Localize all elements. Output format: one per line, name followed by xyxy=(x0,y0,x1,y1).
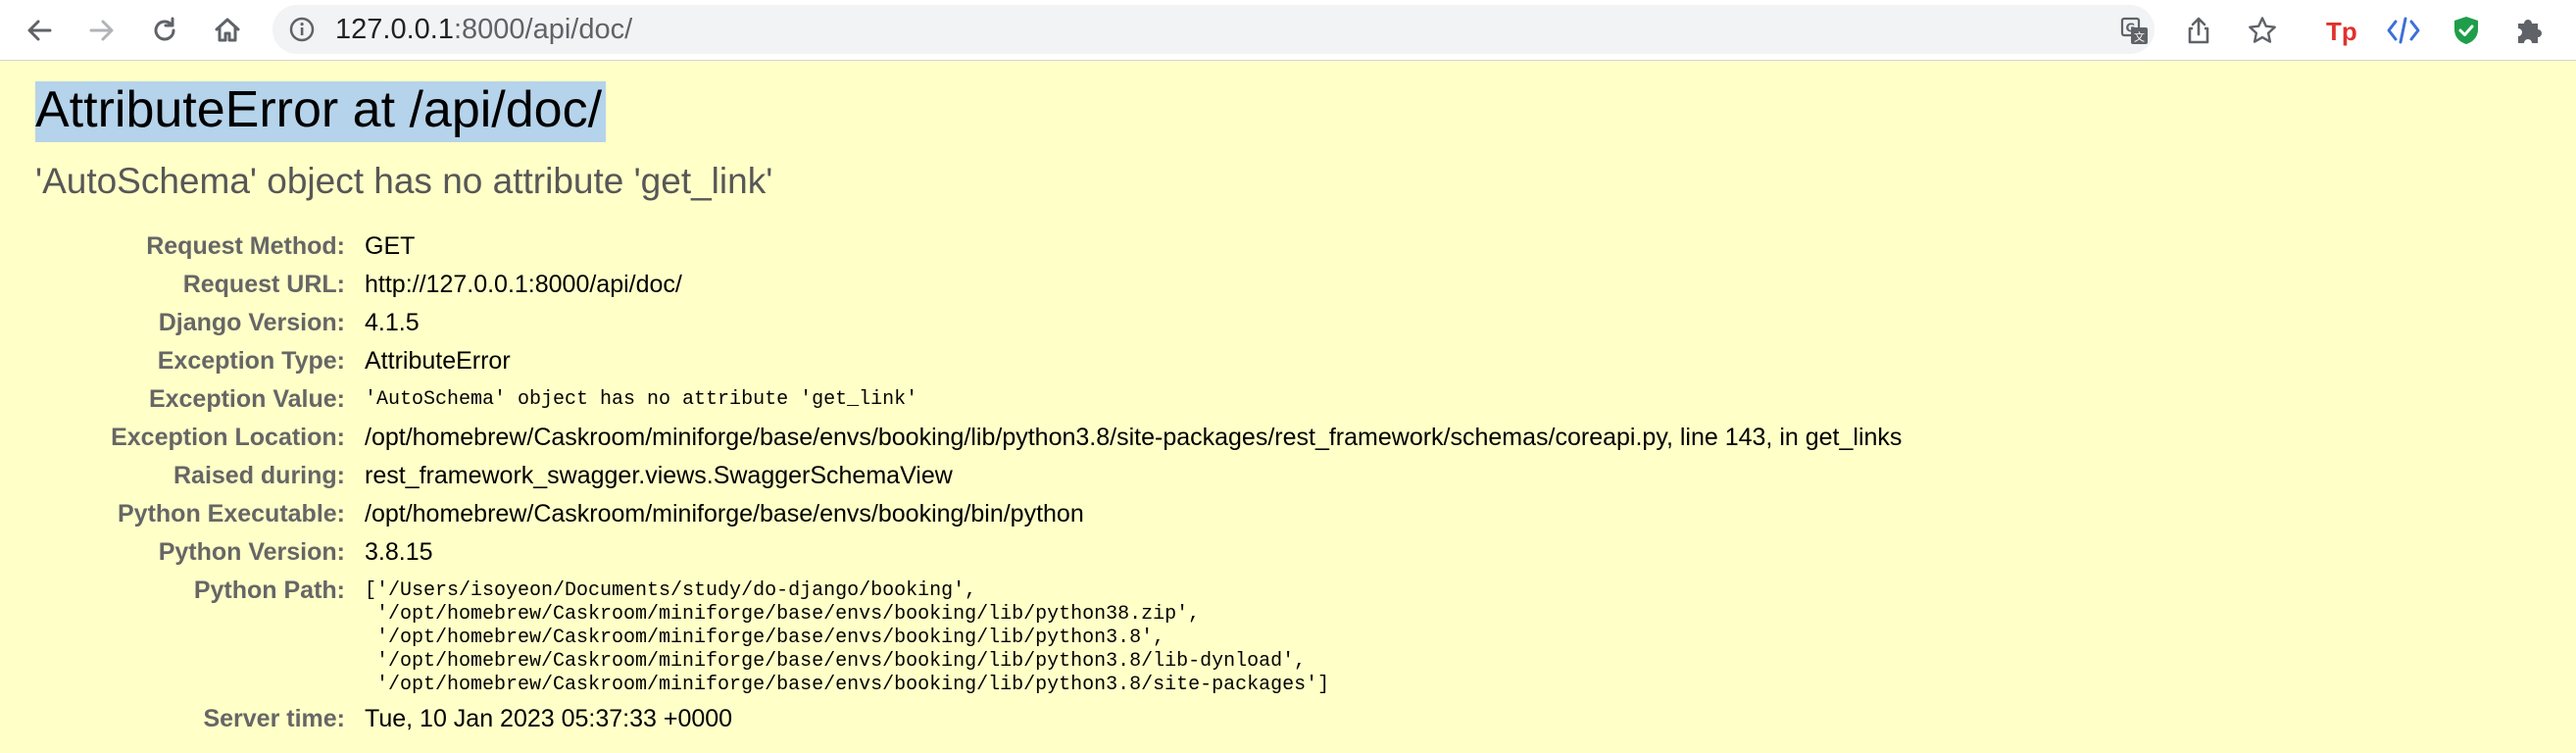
meta-row-raised-during: Raised during: rest_framework_swagger.vi… xyxy=(0,457,2576,495)
meta-row-exception-value: Exception Value: 'AutoSchema' object has… xyxy=(0,380,2576,419)
meta-label: Python Executable: xyxy=(118,500,345,527)
extensions-button[interactable] xyxy=(2508,10,2550,51)
svg-text:文: 文 xyxy=(2134,30,2145,44)
arrow-right-icon xyxy=(89,20,114,41)
request-meta-table: Request Method: GET Request URL: http://… xyxy=(0,227,2576,738)
error-title-text: AttributeError at /api/doc/ xyxy=(35,81,607,142)
meta-row-request-url: Request URL: http://127.0.0.1:8000/api/d… xyxy=(0,266,2576,304)
meta-label: Exception Value: xyxy=(148,385,345,413)
share-icon xyxy=(2188,17,2209,44)
home-icon xyxy=(215,18,240,42)
translate-icon: G 文 xyxy=(2120,17,2148,44)
star-icon xyxy=(2249,17,2276,43)
meta-row-exception-location: Exception Location: /opt/homebrew/Caskro… xyxy=(0,419,2576,457)
meta-label: Request Method: xyxy=(146,232,345,260)
meta-label: Django Version: xyxy=(158,309,345,336)
reload-button[interactable] xyxy=(143,9,186,52)
meta-value: GET xyxy=(365,232,416,260)
meta-value: AttributeError xyxy=(365,347,511,375)
code-extension-button[interactable] xyxy=(2383,10,2424,51)
meta-row-python-executable: Python Executable: /opt/homebrew/Caskroo… xyxy=(0,495,2576,533)
puzzle-icon xyxy=(2518,20,2542,43)
back-button[interactable] xyxy=(18,9,61,52)
meta-row-exception-type: Exception Type: AttributeError xyxy=(0,342,2576,380)
meta-value: 'AutoSchema' object has no attribute 'ge… xyxy=(365,388,918,411)
meta-row-server-time: Server time: Tue, 10 Jan 2023 05:37:33 +… xyxy=(0,700,2576,738)
browser-toolbar: 127.0.0.1:8000/api/doc/ G 文 Tp xyxy=(0,0,2576,61)
meta-label: Raised during: xyxy=(173,462,345,489)
meta-label: Server time: xyxy=(203,705,345,732)
url-host: 127.0.0.1 xyxy=(335,14,454,45)
meta-value: 4.1.5 xyxy=(365,309,420,336)
home-button[interactable] xyxy=(206,9,249,52)
tp-extension-icon: Tp xyxy=(2326,17,2357,46)
meta-value: rest_framework_swagger.views.SwaggerSche… xyxy=(365,462,953,489)
meta-label: Python Path: xyxy=(193,577,345,604)
error-subtitle: 'AutoSchema' object has no attribute 'ge… xyxy=(35,161,773,201)
shield-check-icon xyxy=(2454,17,2478,44)
tp-extension-button[interactable]: Tp xyxy=(2320,10,2361,51)
meta-row-python-path: Python Path: ['/Users/isoyeon/Documents/… xyxy=(0,572,2576,700)
share-button[interactable] xyxy=(2178,10,2219,51)
meta-value: /opt/homebrew/Caskroom/miniforge/base/en… xyxy=(365,500,1084,527)
meta-label: Request URL: xyxy=(182,271,345,298)
bookmark-button[interactable] xyxy=(2242,10,2283,51)
address-bar[interactable]: 127.0.0.1:8000/api/doc/ G 文 xyxy=(272,5,2155,54)
meta-label: Exception Location: xyxy=(111,424,345,451)
meta-row-django-version: Django Version: 4.1.5 xyxy=(0,304,2576,342)
shield-extension-button[interactable] xyxy=(2446,10,2487,51)
error-title: AttributeError at /api/doc/ xyxy=(35,80,607,142)
python-path-list: ['/Users/isoyeon/Documents/study/do-djan… xyxy=(365,579,1330,696)
error-page: AttributeError at /api/doc/ 'AutoSchema'… xyxy=(0,61,2576,753)
svg-text:Tp: Tp xyxy=(2326,17,2357,46)
meta-value: /opt/homebrew/Caskroom/miniforge/base/en… xyxy=(365,424,1903,451)
url-text[interactable]: 127.0.0.1:8000/api/doc/ xyxy=(335,5,632,54)
meta-value: 3.8.15 xyxy=(365,538,433,566)
meta-row-request-method: Request Method: GET xyxy=(0,227,2576,266)
meta-label: Exception Type: xyxy=(157,347,345,375)
url-path: :8000/api/doc/ xyxy=(453,14,633,45)
meta-label: Python Version: xyxy=(158,538,345,566)
reload-icon xyxy=(154,17,175,41)
info-circle-icon[interactable] xyxy=(288,16,316,43)
forward-button[interactable] xyxy=(80,9,124,52)
meta-value: Tue, 10 Jan 2023 05:37:33 +0000 xyxy=(365,705,733,732)
meta-row-python-version: Python Version: 3.8.15 xyxy=(0,533,2576,572)
code-extension-icon xyxy=(2387,17,2420,44)
meta-value: http://127.0.0.1:8000/api/doc/ xyxy=(365,271,682,298)
translate-button[interactable]: G 文 xyxy=(2117,14,2153,49)
arrow-left-icon xyxy=(27,20,52,41)
